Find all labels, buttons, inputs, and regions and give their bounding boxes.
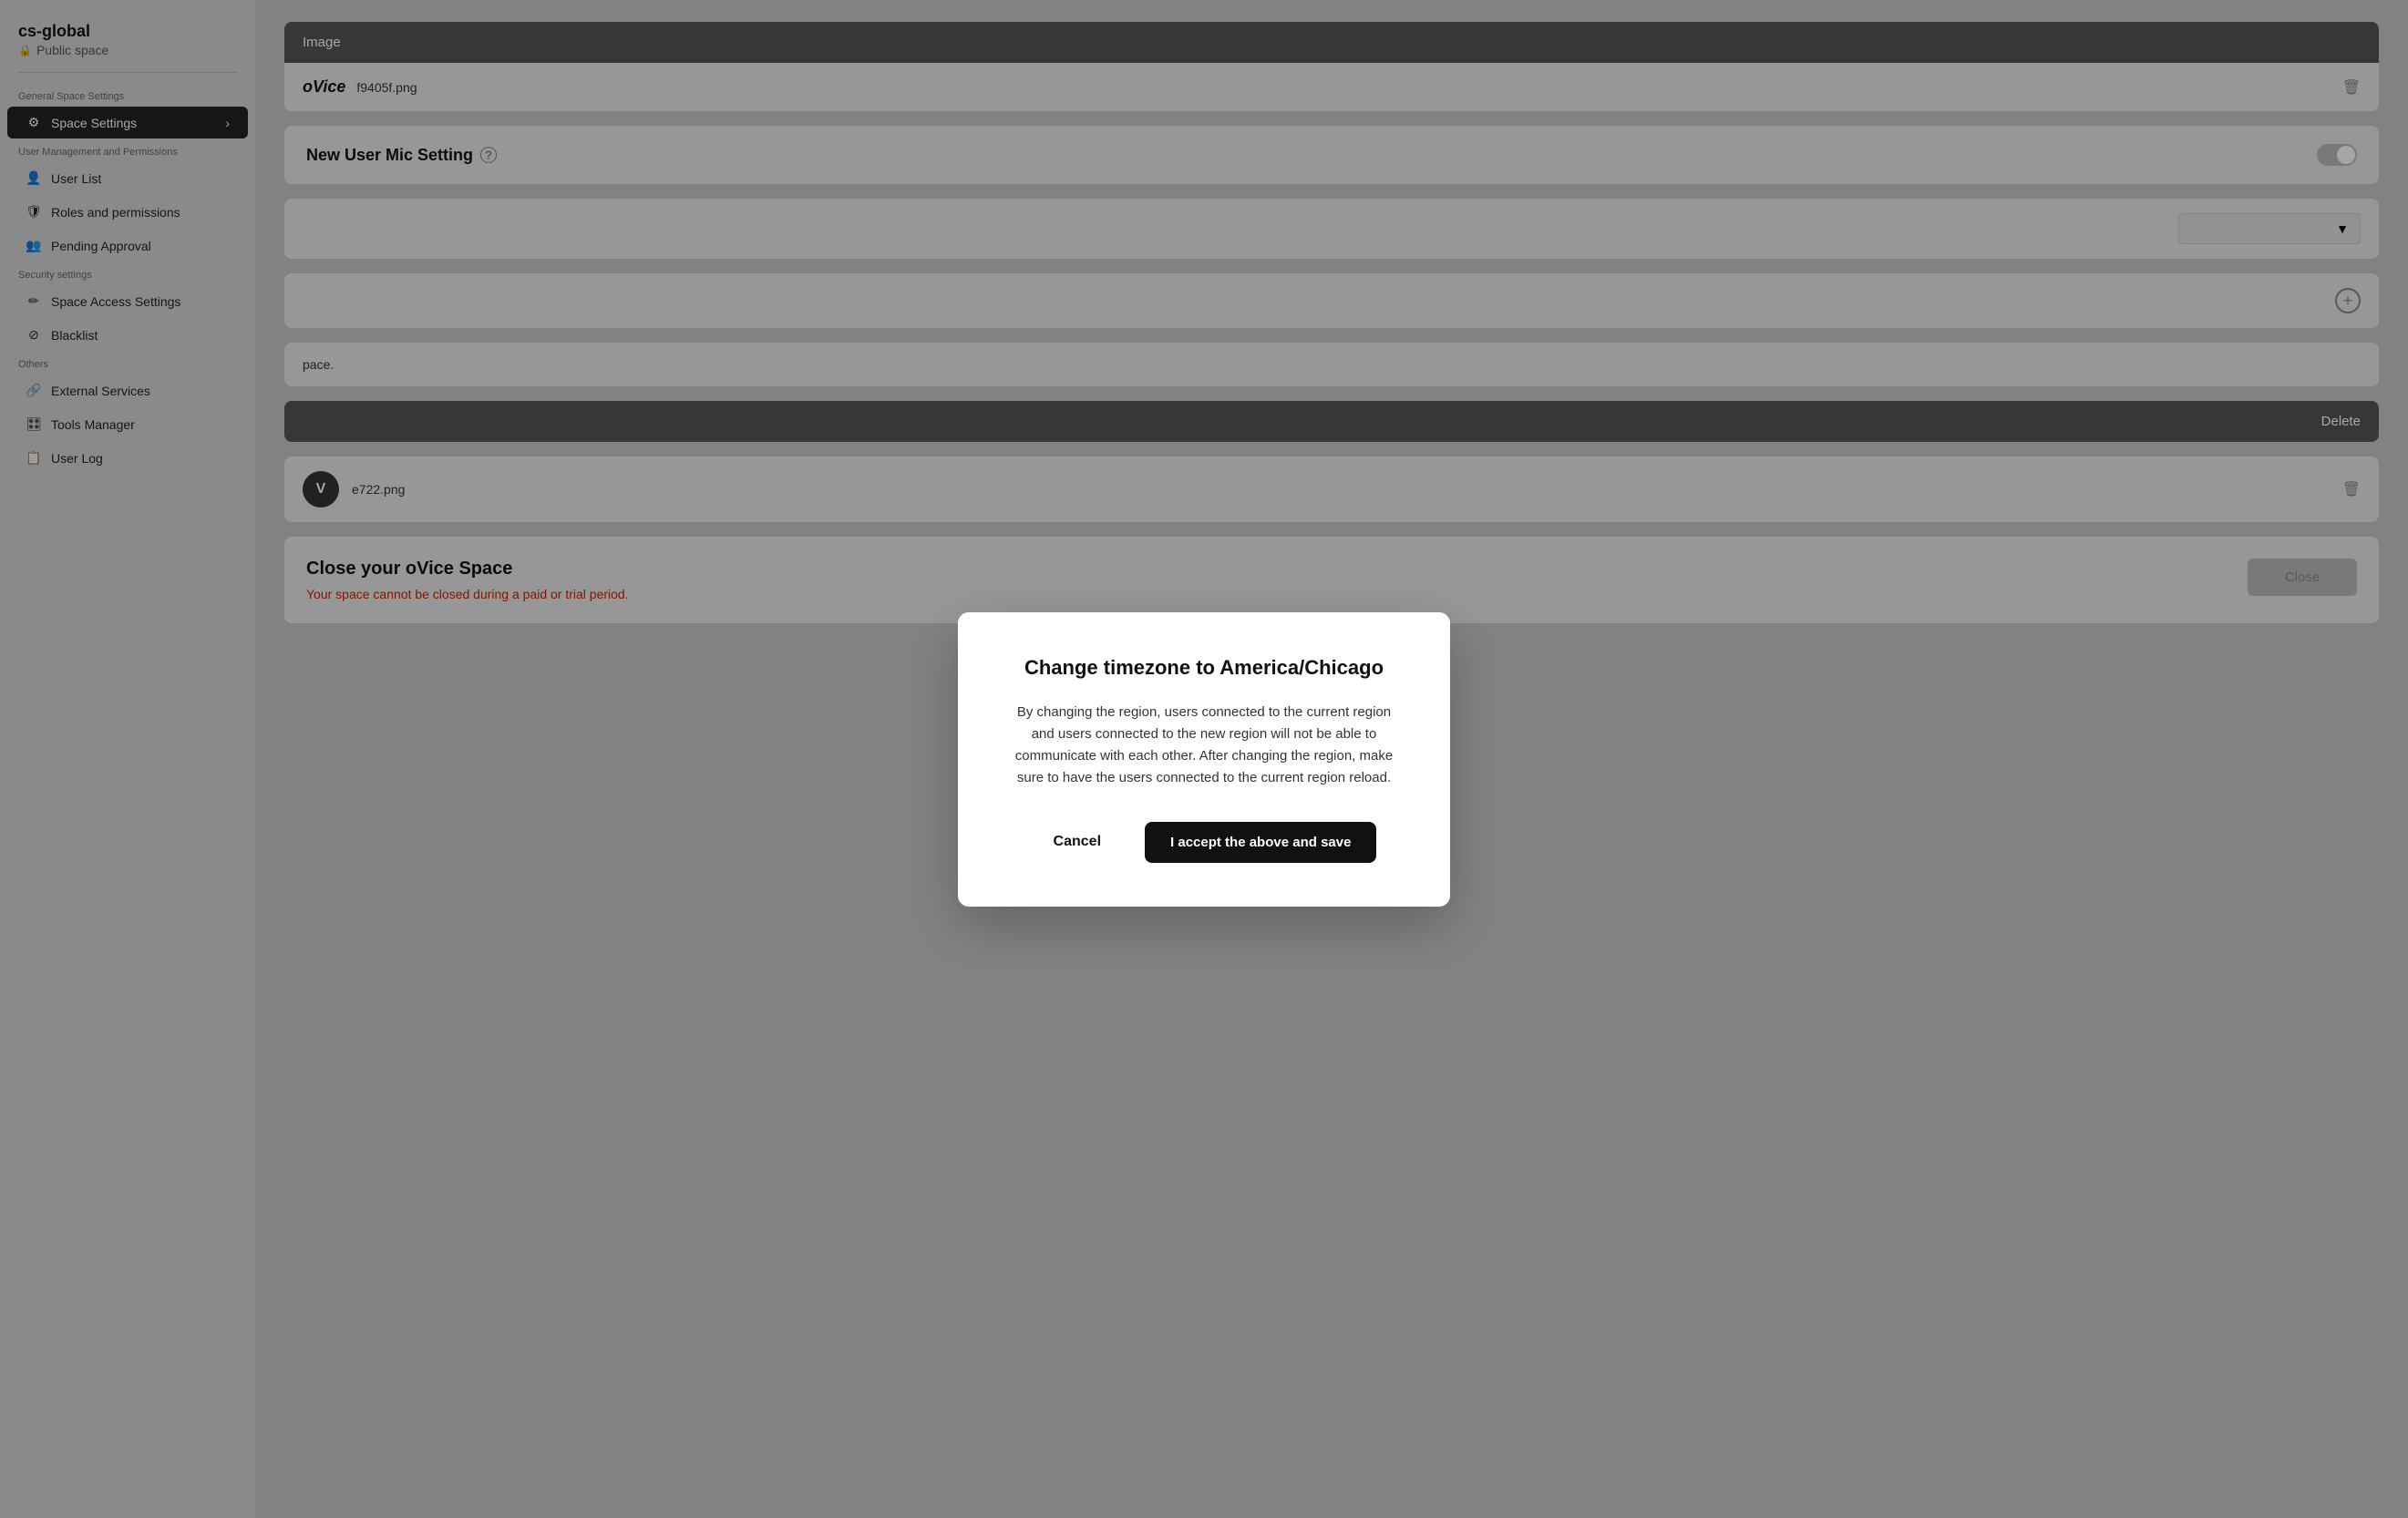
modal-body: By changing the region, users connected …	[1005, 702, 1403, 789]
confirm-button[interactable]: I accept the above and save	[1145, 822, 1376, 863]
modal-title: Change timezone to America/Chicago	[1005, 656, 1403, 680]
modal-overlay[interactable]: Change timezone to America/Chicago By ch…	[0, 0, 2408, 1518]
cancel-button[interactable]: Cancel	[1032, 823, 1123, 861]
modal-actions: Cancel I accept the above and save	[1005, 822, 1403, 863]
modal-dialog: Change timezone to America/Chicago By ch…	[958, 612, 1450, 907]
